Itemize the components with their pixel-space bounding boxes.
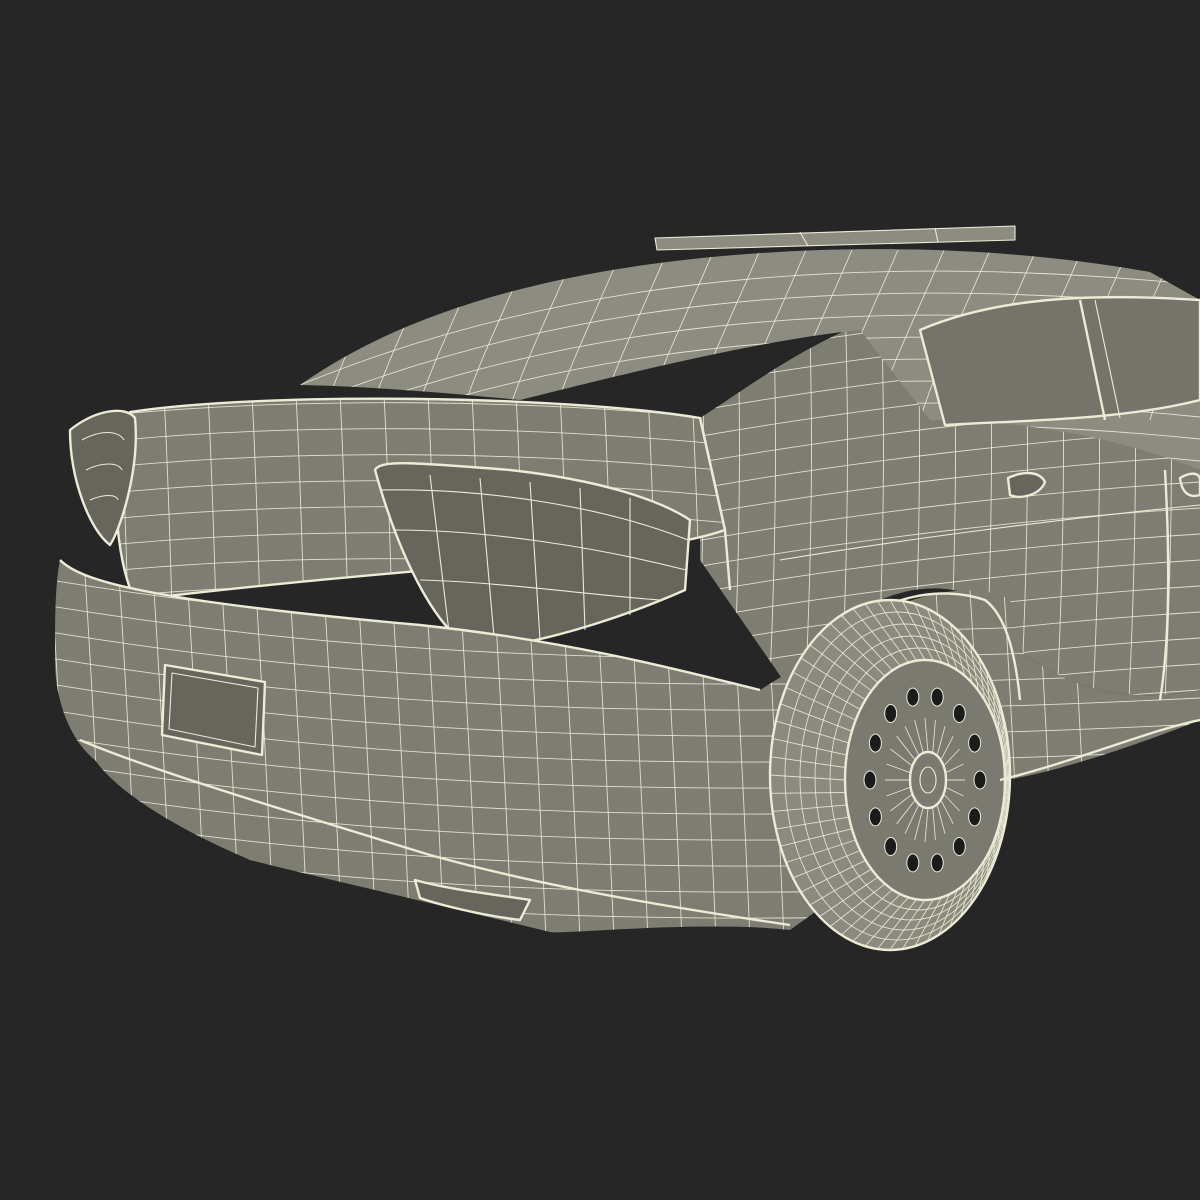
side-windows xyxy=(918,295,1200,427)
rim-vent-hole xyxy=(952,837,966,856)
rim-vent-hole xyxy=(884,704,898,723)
rim-vent-hole xyxy=(968,807,982,827)
rim-vent-hole xyxy=(906,687,920,707)
rim-vent-hole xyxy=(930,853,944,873)
rim-vent-hole xyxy=(868,807,882,827)
rim-vent-hole xyxy=(973,770,987,790)
rear-wheel xyxy=(768,598,1012,952)
wireframe-car-viewport xyxy=(0,0,1200,1200)
rim-vent-hole xyxy=(868,733,882,753)
rim-vent-hole xyxy=(906,853,920,873)
rim-vent-hole xyxy=(884,837,898,856)
rim-vent-hole xyxy=(968,733,982,753)
rim-vent-hole xyxy=(930,687,944,707)
rim-vent-hole xyxy=(952,704,966,723)
rim-vent-hole xyxy=(863,770,877,790)
